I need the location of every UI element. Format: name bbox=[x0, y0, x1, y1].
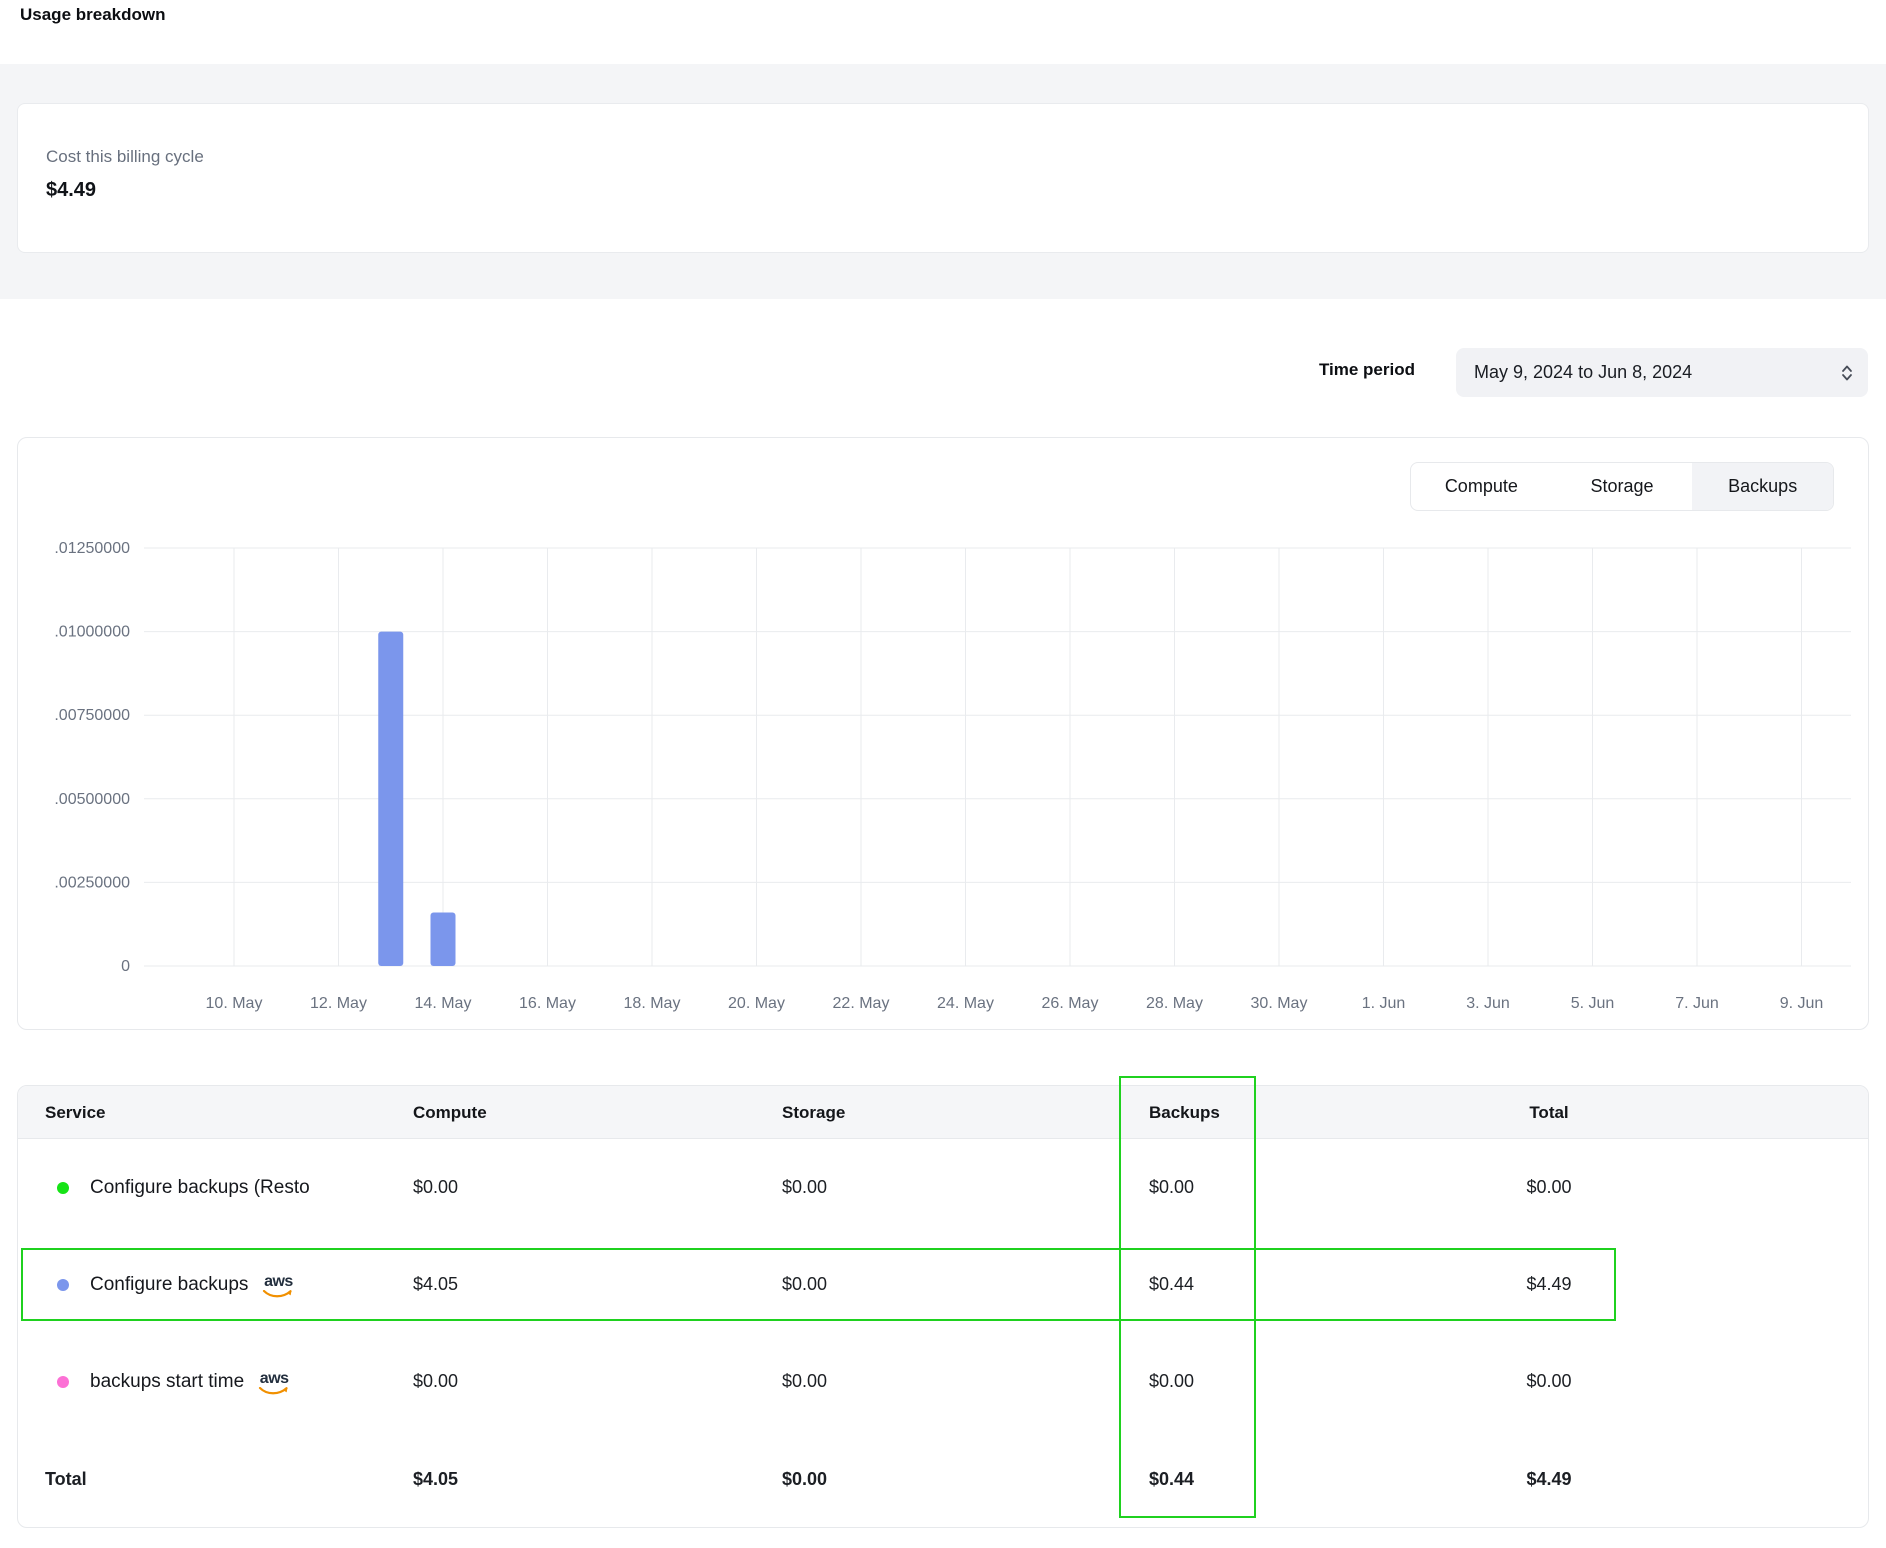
series-dot-icon bbox=[57, 1182, 69, 1194]
axis-tick-label: .01000000 bbox=[54, 624, 130, 641]
total-row-label: Total bbox=[45, 1430, 87, 1528]
axis-tick-label: 10. May bbox=[206, 995, 263, 1012]
cell-compute: $4.05 bbox=[413, 1236, 458, 1333]
axis-tick-label: 30. May bbox=[1251, 995, 1308, 1012]
axis-tick-label: 22. May bbox=[833, 995, 890, 1012]
column-header-storage: Storage bbox=[782, 1086, 845, 1139]
cell-storage: $0.00 bbox=[782, 1236, 827, 1333]
axis-tick-label: .00500000 bbox=[54, 791, 130, 808]
cell-storage: $0.00 bbox=[782, 1333, 827, 1430]
aws-logo-icon: aws bbox=[258, 1371, 290, 1396]
table-total-row: Total $4.05 $0.00 $0.44 $4.49 bbox=[18, 1430, 1868, 1528]
service-name: backups start time bbox=[90, 1371, 244, 1393]
page-title: Usage breakdown bbox=[20, 5, 166, 25]
cell-total: $0.00 bbox=[1257, 1139, 1841, 1236]
chevron-up-down-icon bbox=[1840, 363, 1854, 383]
column-header-service: Service bbox=[45, 1086, 106, 1139]
axis-tick-label: 18. May bbox=[624, 995, 681, 1012]
axis-tick-label: 12. May bbox=[310, 995, 367, 1012]
column-header-total: Total bbox=[1257, 1086, 1841, 1139]
cell-backups: $0.44 bbox=[1149, 1236, 1194, 1333]
cell-backups: $0.00 bbox=[1149, 1139, 1194, 1236]
service-name: Configure backups (Resto bbox=[90, 1177, 310, 1199]
usage-table: Service Compute Storage Backups Total Config… bbox=[17, 1085, 1869, 1528]
column-header-backups: Backups bbox=[1149, 1086, 1220, 1139]
axis-tick-label: 9. Jun bbox=[1780, 995, 1824, 1012]
aws-logo-icon: aws bbox=[262, 1274, 294, 1299]
table-row-2: Configure backups aws $4.05 $0.00 $0.44 $4.49 bbox=[18, 1236, 1868, 1333]
axis-tick-label: 26. May bbox=[1042, 995, 1099, 1012]
series-dot-icon bbox=[57, 1279, 69, 1291]
axis-tick-label: 1. Jun bbox=[1362, 995, 1406, 1012]
summary-section: Cost this billing cycle $4.49 bbox=[0, 64, 1886, 299]
time-period-label: Time period bbox=[1180, 360, 1415, 380]
column-header-compute: Compute bbox=[413, 1086, 487, 1139]
cell-storage: $0.00 bbox=[782, 1430, 827, 1528]
billing-cost-value: $4.49 bbox=[46, 179, 96, 202]
axis-tick-label: .01250000 bbox=[54, 540, 130, 557]
axis-tick-label: 16. May bbox=[519, 995, 576, 1012]
table-row-1: Configure backups (Resto $0.00 $0.00 $0.00 $… bbox=[18, 1139, 1868, 1236]
axis-tick-label: 28. May bbox=[1146, 995, 1203, 1012]
usage-chart-card: ComputeStorageBackups .01250000.01000000… bbox=[17, 437, 1869, 1030]
axis-tick-label: 24. May bbox=[937, 995, 994, 1012]
cell-compute: $0.00 bbox=[413, 1139, 458, 1236]
table-header-row: Service Compute Storage Backups Total bbox=[18, 1086, 1868, 1139]
axis-tick-label: 20. May bbox=[728, 995, 785, 1012]
axis-tick-label: 14. May bbox=[415, 995, 472, 1012]
cell-storage: $0.00 bbox=[782, 1139, 827, 1236]
service-name: Configure backups bbox=[90, 1274, 248, 1296]
billing-cost-label: Cost this billing cycle bbox=[46, 147, 204, 167]
cell-compute: $4.05 bbox=[413, 1430, 458, 1528]
cell-backups: $0.00 bbox=[1149, 1333, 1194, 1430]
bar-14-may bbox=[431, 912, 456, 966]
cell-compute: $0.00 bbox=[413, 1333, 458, 1430]
cell-total: $4.49 bbox=[1257, 1236, 1841, 1333]
time-period-select[interactable]: May 9, 2024 to Jun 8, 2024 bbox=[1456, 348, 1868, 397]
cell-total: $0.00 bbox=[1257, 1333, 1841, 1430]
axis-tick-label: .00750000 bbox=[54, 707, 130, 724]
cell-total: $4.49 bbox=[1257, 1430, 1841, 1528]
series-dot-icon bbox=[57, 1376, 69, 1388]
axis-tick-label: 3. Jun bbox=[1466, 995, 1510, 1012]
backups-bar-chart: .01250000 .01000000 .00750000 .00500000 .002… bbox=[18, 438, 1870, 1031]
table-row-3: backups start time aws $0.00 $0.00 $0.00 $0.0… bbox=[18, 1333, 1868, 1430]
axis-tick-label: 0 bbox=[121, 958, 130, 975]
billing-cost-card: Cost this billing cycle $4.49 bbox=[17, 103, 1869, 253]
bar-13-may bbox=[378, 632, 403, 966]
axis-tick-label: 5. Jun bbox=[1571, 995, 1615, 1012]
axis-tick-label: .00250000 bbox=[54, 874, 130, 891]
cell-backups: $0.44 bbox=[1149, 1430, 1194, 1528]
time-period-value: May 9, 2024 to Jun 8, 2024 bbox=[1474, 362, 1692, 383]
axis-tick-label: 7. Jun bbox=[1675, 995, 1719, 1012]
